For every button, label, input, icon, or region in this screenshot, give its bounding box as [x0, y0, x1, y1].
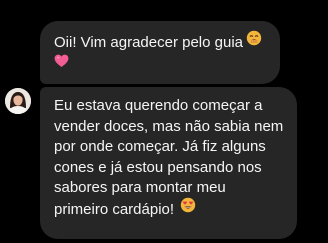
message-line: vender doces, mas não sabia nem	[54, 117, 284, 135]
message-line: Eu estava querendo começar a	[54, 97, 263, 114]
message-line: primeiro cardápio!	[54, 197, 287, 222]
avatar-image	[5, 88, 31, 114]
message-line: cones e já estou pensando nos	[54, 158, 262, 176]
avatar[interactable]	[5, 88, 31, 114]
message-line: por onde começar. Já fiz alguns	[54, 138, 266, 155]
message-line: sabores para montar meu	[54, 179, 226, 196]
chat-thread: Oii! Vim agradecer pelo guia Eu estava q…	[0, 0, 328, 243]
message-line: Oii! Vim agradecer pelo guia	[54, 30, 270, 55]
message-line	[54, 54, 270, 76]
smiling-face-with-heart-eyes-emoji-icon	[180, 197, 196, 220]
face-with-hand-over-mouth-emoji-icon	[246, 30, 262, 53]
message-bubble[interactable]: Oii! Vim agradecer pelo guia	[40, 21, 280, 84]
message-bubble[interactable]: Eu estava querendo começar a vender doce…	[40, 87, 297, 239]
pink-heart-emoji-icon	[54, 54, 69, 75]
